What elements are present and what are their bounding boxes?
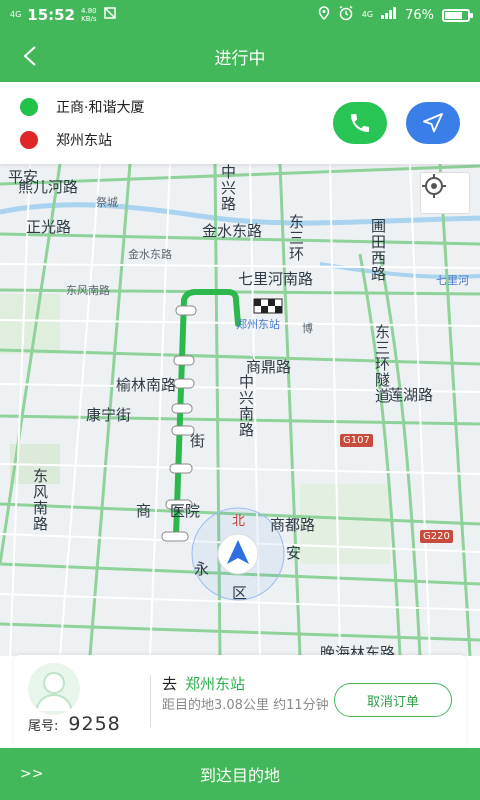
map-label: 东风南路 xyxy=(66,284,110,297)
map-label: 晚海林东路 xyxy=(320,644,396,656)
title-bar: 进行中 xyxy=(0,30,480,82)
locate-button[interactable] xyxy=(420,172,470,214)
map-label: 七里河南路 xyxy=(238,270,314,288)
phone-icon xyxy=(351,114,369,132)
map-label: 郑州东站 xyxy=(236,318,280,331)
map-view[interactable]: 平安 熊儿河路 祭城 中兴路 正光路 金水东路 东三环 金水东路 圃田西路 七里… xyxy=(0,164,480,656)
park-area xyxy=(0,294,60,354)
map-label: 中兴路 xyxy=(219,164,237,212)
plate-number: 尾号: 9258 xyxy=(28,713,121,735)
status-bar-right: 4G 76% xyxy=(318,5,473,25)
app-screen: 4G 15:52 4.80 KB/s 4G 76% 进行中 正商·和谐大厦 郑州… xyxy=(0,0,480,800)
map-label: 区 xyxy=(232,584,248,602)
destination-row: 郑州东站 xyxy=(20,130,112,150)
battery-fill xyxy=(445,11,462,19)
map-label: 圃田西路 xyxy=(369,218,387,282)
map-label: 街 xyxy=(190,432,206,450)
divider xyxy=(150,675,151,727)
user-avatar-icon xyxy=(28,663,80,715)
network-speed-unit: KB/s xyxy=(81,15,97,23)
map-label: 商都路 xyxy=(270,516,316,534)
map-label: 正光路 xyxy=(26,218,72,236)
destination-line: 去郑州东站 xyxy=(162,673,245,694)
card-destination: 郑州东站 xyxy=(185,675,246,693)
map-label: 康宁街 xyxy=(86,406,132,424)
map-label: 金水东路 xyxy=(128,248,172,261)
call-button[interactable] xyxy=(333,102,387,144)
status-time: 15:52 xyxy=(27,6,76,24)
plate-value: 9258 xyxy=(68,713,121,735)
map-label: 安 xyxy=(286,544,302,562)
map-label: 东风南路 xyxy=(31,468,49,532)
network-indicator: 4G xyxy=(10,10,22,19)
distance-info: 距目的地3.08公里 约11分钟 xyxy=(162,698,329,713)
navigation-arrow-icon xyxy=(423,113,443,133)
map-label: 永 xyxy=(194,560,210,578)
locate-crosshair-icon xyxy=(422,174,446,198)
arrive-label: 到达目的地 xyxy=(199,766,280,785)
network-speed: 4.80 KB/s xyxy=(81,7,97,23)
navigate-button[interactable] xyxy=(406,102,460,144)
cancel-order-button[interactable]: 取消订单 xyxy=(334,683,452,717)
map-label: 莲湖路 xyxy=(388,386,434,404)
map-label: 榆林南路 xyxy=(116,376,177,394)
destination-label: 郑州东站 xyxy=(56,133,112,149)
map-label: 祭城 xyxy=(96,196,118,209)
battery-icon xyxy=(442,8,473,22)
destination-dot-icon xyxy=(20,131,38,149)
plate-label: 尾号: xyxy=(28,719,59,734)
map-label: 博 xyxy=(302,322,313,335)
map-label: 七里河 xyxy=(436,274,469,287)
route-panel: 正商·和谐大厦 郑州东站 xyxy=(0,82,480,164)
driver-card: 尾号: 9258 去郑州东站 距目的地3.08公里 约11分钟 取消订单 xyxy=(14,655,466,747)
map-label: 熊儿河路 xyxy=(18,178,79,196)
alarm-icon xyxy=(338,5,354,25)
chevron-left-icon xyxy=(23,46,36,66)
map-label: 北 xyxy=(232,514,246,529)
go-label: 去 xyxy=(162,675,178,693)
highway-badge: G220 xyxy=(420,530,453,543)
highway-badge: G107 xyxy=(340,434,373,447)
checkered-flag-icon xyxy=(253,298,283,314)
map-label: 商 xyxy=(136,502,152,520)
battery-percent: 76% xyxy=(405,7,434,23)
map-label: 东三环 xyxy=(287,214,305,262)
origin-label: 正商·和谐大厦 xyxy=(56,100,145,116)
map-label: 医院 xyxy=(170,502,201,520)
origin-dot-icon xyxy=(20,98,38,116)
network-speed-value: 4.80 xyxy=(81,7,97,15)
map-label: 金水东路 xyxy=(202,222,263,240)
sim-status-icon xyxy=(103,6,117,24)
origin-row: 正商·和谐大厦 xyxy=(20,97,144,117)
page-title: 进行中 xyxy=(214,48,266,69)
status-bar-left: 4G 15:52 4.80 KB/s xyxy=(10,6,117,24)
map-label: 中兴南路 xyxy=(237,374,255,438)
location-icon xyxy=(318,6,330,24)
status-bar: 4G 15:52 4.80 KB/s 4G 76% xyxy=(0,0,480,30)
network-indicator-right: 4G xyxy=(361,10,374,19)
arrive-destination-button[interactable]: >> 到达目的地 xyxy=(0,748,480,800)
signal-icon xyxy=(381,7,397,23)
slide-arrows-icon: >> xyxy=(20,766,44,782)
back-button[interactable] xyxy=(14,40,46,72)
